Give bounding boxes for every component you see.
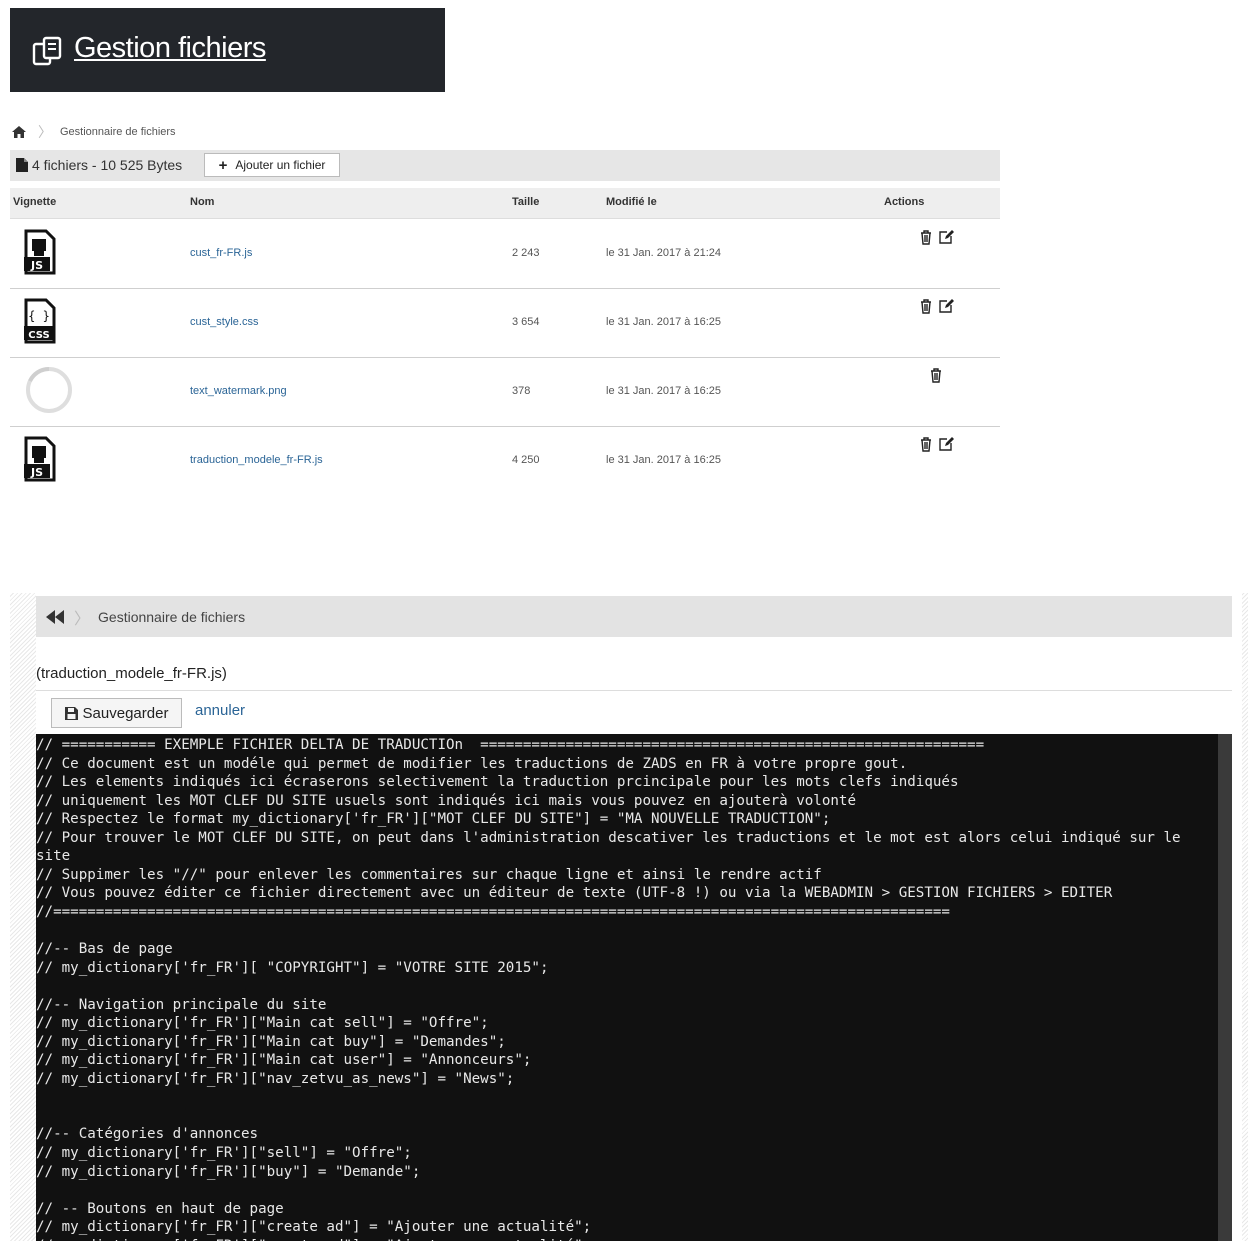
row-actions: [918, 229, 954, 245]
row-actions: [918, 298, 954, 314]
code-content[interactable]: // =========== EXEMPLE FICHIER DELTA DE …: [36, 734, 1218, 1241]
col-actions: Actions: [884, 196, 925, 208]
row-actions: [918, 436, 954, 452]
table-row: JS cust_fr-FR.js 2 243 le 31 Jan. 2017 à…: [10, 219, 1000, 289]
file-size: 4 250: [512, 454, 540, 466]
breadcrumb-current: Gestionnaire de fichiers: [60, 126, 176, 138]
code-editor[interactable]: // =========== EXEMPLE FICHIER DELTA DE …: [36, 734, 1218, 1241]
plus-icon: +: [218, 156, 228, 174]
editor-scrollbar[interactable]: [1218, 734, 1232, 1241]
editor-file-title: (traduction_modele_fr-FR.js): [36, 665, 227, 682]
save-button[interactable]: Sauvegarder: [51, 698, 182, 728]
col-name: Nom: [190, 196, 215, 208]
add-file-label: Ajouter un fichier: [235, 158, 326, 172]
css-file-icon: { } CSS: [24, 298, 56, 344]
files-table-header: Vignette Nom Taille Modifié le Actions: [10, 188, 1000, 219]
home-icon[interactable]: [12, 126, 26, 138]
add-file-button[interactable]: + Ajouter un fichier: [204, 153, 340, 177]
table-row: { } CSS cust_style.css 3 654 le 31 Jan. …: [10, 288, 1000, 358]
js-file-icon: JS: [24, 436, 56, 482]
svg-text:{ }: { }: [28, 309, 50, 323]
file-name-link[interactable]: traduction_modele_fr-FR.js: [190, 454, 323, 466]
svg-text:CSS: CSS: [28, 330, 49, 341]
page-title[interactable]: Gestion fichiers: [74, 32, 266, 65]
file-modified: le 31 Jan. 2017 à 16:25: [606, 454, 721, 466]
table-row: JS traduction_modele_fr-FR.js 4 250 le 3…: [10, 426, 1000, 495]
editor-panel: 〉 Gestionnaire de fichiers (traduction_m…: [10, 593, 1248, 1241]
file-modified: le 31 Jan. 2017 à 16:25: [606, 385, 721, 397]
file-icon: [16, 158, 28, 172]
file-summary-text: 4 fichiers - 10 525 Bytes: [32, 157, 183, 173]
file-size: 378: [512, 385, 531, 397]
loading-spinner-icon: [26, 366, 72, 413]
trash-icon[interactable]: [928, 367, 944, 383]
edit-icon[interactable]: [938, 229, 954, 245]
file-size: 2 243: [512, 247, 540, 259]
col-size: Taille: [512, 196, 540, 208]
svg-text:JS: JS: [30, 259, 43, 272]
file-modified: le 31 Jan. 2017 à 16:25: [606, 316, 721, 328]
file-name-link[interactable]: cust_fr-FR.js: [190, 247, 252, 259]
table-row: text_watermark.png 378 le 31 Jan. 2017 à…: [10, 357, 1000, 427]
row-actions: [928, 367, 944, 383]
page-header: Gestion fichiers: [10, 8, 445, 92]
file-summary: 4 fichiers - 10 525 Bytes: [16, 157, 182, 173]
breadcrumb-separator: 〉: [38, 124, 52, 140]
file-name-link[interactable]: cust_style.css: [190, 316, 258, 328]
breadcrumb: 〉 Gestionnaire de fichiers: [12, 122, 176, 142]
cancel-link[interactable]: annuler: [195, 702, 245, 719]
js-file-icon: JS: [24, 229, 56, 275]
file-modified: le 31 Jan. 2017 à 21:24: [606, 247, 721, 259]
col-thumb: Vignette: [13, 196, 57, 208]
save-label: Sauvegarder: [82, 704, 169, 722]
file-toolbar: 4 fichiers - 10 525 Bytes + Ajouter un f…: [10, 150, 1000, 181]
back-icon[interactable]: [46, 609, 64, 624]
file-name-link[interactable]: text_watermark.png: [190, 385, 287, 397]
editor-breadcrumb-label[interactable]: Gestionnaire de fichiers: [98, 609, 245, 625]
divider: [36, 690, 1232, 691]
edit-icon[interactable]: [938, 298, 954, 314]
trash-icon[interactable]: [918, 229, 934, 245]
breadcrumb-separator: 〉: [74, 610, 91, 628]
copy-files-icon: [32, 36, 62, 66]
col-modified: Modifié le: [606, 196, 657, 208]
file-size: 3 654: [512, 316, 540, 328]
trash-icon[interactable]: [918, 436, 934, 452]
edit-icon[interactable]: [938, 436, 954, 452]
floppy-icon: [64, 706, 78, 720]
editor-breadcrumb: 〉 Gestionnaire de fichiers: [36, 596, 1232, 637]
editor-inner: 〉 Gestionnaire de fichiers (traduction_m…: [36, 593, 1242, 1241]
trash-icon[interactable]: [918, 298, 934, 314]
svg-text:JS: JS: [30, 466, 43, 479]
